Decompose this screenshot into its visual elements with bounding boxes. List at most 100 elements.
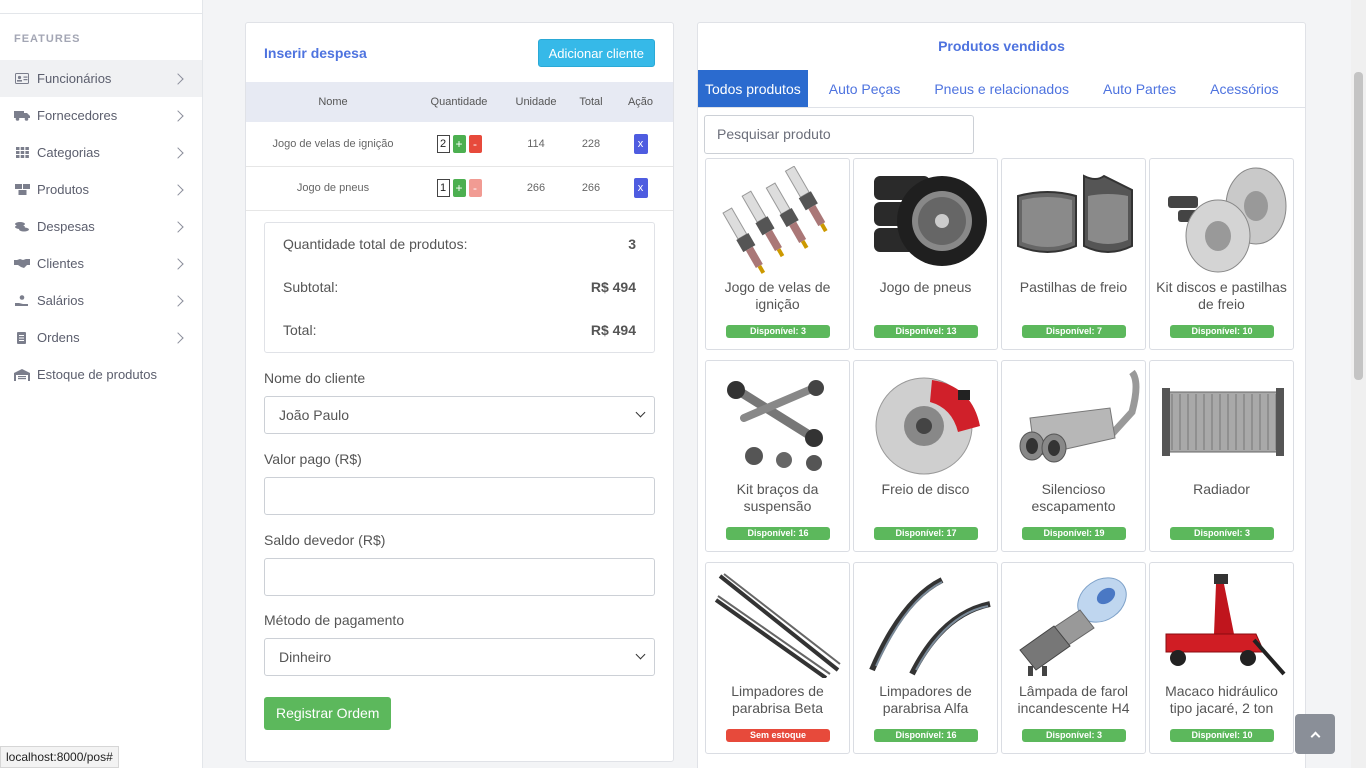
search-input[interactable]: Pesquisar produto xyxy=(704,115,974,154)
sidebar-item-produtos[interactable]: Produtos xyxy=(0,171,202,208)
chevron-right-icon xyxy=(172,331,184,344)
sidebar-item-label: Fornecedores xyxy=(37,108,118,123)
wiper-blade-image xyxy=(860,569,993,679)
product-card[interactable]: Limpadores de parabrisa Alfa Disponível:… xyxy=(853,562,998,754)
sidebar-item-label: Ordens xyxy=(37,330,80,345)
sidebar-heading: FEATURES xyxy=(14,33,81,45)
stock-badge: Disponível: 19 xyxy=(1022,527,1126,540)
chevron-down-icon xyxy=(635,407,646,418)
warehouse-icon xyxy=(14,368,30,381)
sidebar-item-label: Categorias xyxy=(37,145,100,160)
stock-badge: Disponível: 3 xyxy=(1170,527,1274,540)
tab-todos-produtos[interactable]: Todos produtos xyxy=(698,70,808,107)
chevron-right-icon xyxy=(172,294,184,307)
decrement-button[interactable]: - xyxy=(468,134,482,153)
product-card[interactable]: Silencioso escapamento Disponível: 19 xyxy=(1001,360,1146,552)
order-table-header: Nome Quantidade Unidade Total Ação xyxy=(246,82,673,122)
payment-method-value: Dinheiro xyxy=(279,648,332,665)
order-title: Inserir despesa xyxy=(264,44,367,61)
sidebar-item-label: Produtos xyxy=(37,182,90,197)
sidebar: FEATURES Funcionários Fornecedores Categ… xyxy=(0,0,203,768)
order-card-header: Inserir despesa Adicionar cliente xyxy=(246,23,673,82)
quantity-value[interactable]: 2 xyxy=(436,134,450,153)
quantity-stepper: 1 + - xyxy=(436,179,482,197)
product-card[interactable]: Kit discos e pastilhas de freio Disponív… xyxy=(1149,158,1294,350)
increment-button[interactable]: + xyxy=(452,179,466,197)
chevron-right-icon xyxy=(172,72,184,85)
sidebar-item-clientes[interactable]: Clientes xyxy=(0,245,202,282)
sidebar-item-funcionarios[interactable]: Funcionários xyxy=(0,60,202,97)
remove-item-button[interactable]: x xyxy=(633,178,648,198)
decrement-button[interactable]: - xyxy=(468,179,482,197)
headlamp-bulb-image xyxy=(1008,569,1141,679)
sidebar-item-ordens[interactable]: Ordens xyxy=(0,319,202,356)
client-select[interactable]: João Paulo xyxy=(264,395,655,434)
tab-acessorios[interactable]: Acessórios xyxy=(1193,70,1295,107)
product-grid: Jogo de velas de ignição Disponível: 3 J… xyxy=(705,158,1294,754)
product-card[interactable]: Jogo de pneus Disponível: 13 xyxy=(853,158,998,350)
register-order-button[interactable]: Registrar Ordem xyxy=(264,696,392,730)
summary-total-label: Total: xyxy=(283,321,317,338)
stock-badge: Sem estoque xyxy=(726,729,830,742)
chevron-right-icon xyxy=(172,146,184,159)
order-form: Nome do cliente João Paulo Valor pago (R… xyxy=(246,370,673,730)
truck-icon xyxy=(14,110,30,122)
order-summary: Quantidade total de produtos: 3 Subtotal… xyxy=(264,221,655,353)
coins-icon xyxy=(14,221,30,233)
product-name: Limpadores de parabrisa Alfa xyxy=(879,683,972,716)
category-tabs: Todos produtos Auto Peças Pneus e relaci… xyxy=(698,70,1305,108)
sidebar-item-estoque[interactable]: Estoque de produtos xyxy=(0,356,202,393)
product-card[interactable]: Freio de disco Disponível: 17 xyxy=(853,360,998,552)
tire-image xyxy=(860,165,993,275)
product-card[interactable]: Limpadores de parabrisa Beta Sem estoque xyxy=(705,562,850,754)
paid-input[interactable] xyxy=(264,476,655,515)
stock-badge: Disponível: 10 xyxy=(1170,729,1274,742)
product-card[interactable]: Kit braços da suspensão Disponível: 16 xyxy=(705,360,850,552)
chevron-right-icon xyxy=(172,183,184,196)
scroll-to-top-button[interactable] xyxy=(1295,714,1335,754)
boxes-icon xyxy=(14,184,30,196)
product-name: Kit discos e pastilhas de freio xyxy=(1156,279,1287,312)
add-client-button[interactable]: Adicionar cliente xyxy=(537,38,655,67)
quantity-value[interactable]: 1 xyxy=(436,179,450,197)
sidebar-item-label: Despesas xyxy=(37,219,95,234)
increment-button[interactable]: + xyxy=(452,134,466,153)
tab-auto-pecas[interactable]: Auto Peças xyxy=(812,70,918,107)
quantity-stepper: 2 + - xyxy=(436,134,482,153)
page-scrollbar[interactable] xyxy=(1351,0,1366,768)
stock-badge: Disponível: 13 xyxy=(874,325,978,338)
sidebar-item-label: Salários xyxy=(37,293,84,308)
payment-method-select[interactable]: Dinheiro xyxy=(264,637,655,676)
disc-brake-image xyxy=(860,367,993,477)
product-card[interactable]: Pastilhas de freio Disponível: 7 xyxy=(1001,158,1146,350)
due-input[interactable] xyxy=(264,557,655,596)
row-name: Jogo de velas de ignição xyxy=(246,122,420,167)
row-name: Jogo de pneus xyxy=(246,166,420,211)
product-card[interactable]: Jogo de velas de ignição Disponível: 3 xyxy=(705,158,850,350)
chevron-down-icon xyxy=(635,649,646,660)
remove-item-button[interactable]: x xyxy=(633,133,648,154)
product-card[interactable]: Radiador Disponível: 3 xyxy=(1149,360,1294,552)
sidebar-item-categorias[interactable]: Categorias xyxy=(0,134,202,171)
col-nome: Nome xyxy=(318,96,348,108)
stock-badge: Disponível: 17 xyxy=(874,527,978,540)
sidebar-item-despesas[interactable]: Despesas xyxy=(0,208,202,245)
products-title: Produtos vendidos xyxy=(938,38,1065,54)
summary-total: Total: R$ 494 xyxy=(283,309,636,351)
tab-pneus[interactable]: Pneus e relacionados xyxy=(917,70,1086,107)
sidebar-item-fornecedores[interactable]: Fornecedores xyxy=(0,97,202,134)
chevron-right-icon xyxy=(172,257,184,270)
product-card[interactable]: Lâmpada de farol incandescente H4 Dispon… xyxy=(1001,562,1146,754)
tab-auto-partes[interactable]: Auto Partes xyxy=(1086,70,1193,107)
product-name: Freio de disco xyxy=(881,481,970,497)
scrollbar-thumb[interactable] xyxy=(1354,72,1363,380)
stock-badge: Disponível: 16 xyxy=(726,527,830,540)
product-name: Lâmpada de farol incandescente H4 xyxy=(1017,683,1130,716)
order-table: Nome Quantidade Unidade Total Ação Jogo … xyxy=(246,82,673,211)
suspension-arm-image xyxy=(712,367,845,477)
product-card[interactable]: Macaco hidráulico tipo jacaré, 2 ton Dis… xyxy=(1149,562,1294,754)
table-row: Jogo de velas de ignição 2 + - 114 228 x xyxy=(246,122,673,167)
order-card: Inserir despesa Adicionar cliente Nome Q… xyxy=(245,22,674,762)
sidebar-item-salarios[interactable]: Salários xyxy=(0,282,202,319)
sidebar-item-label: Clientes xyxy=(37,256,84,271)
